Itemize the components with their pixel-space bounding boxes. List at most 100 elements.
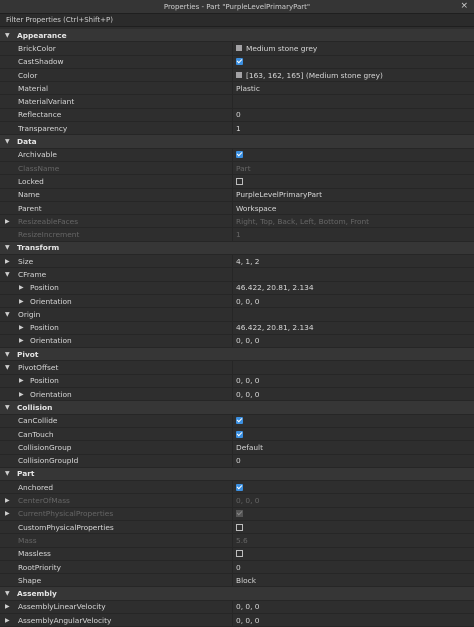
close-icon[interactable]: ×	[460, 1, 468, 12]
chevron-down-icon[interactable]: ▼	[5, 311, 10, 318]
chevron-down-icon[interactable]: ▼	[5, 364, 10, 371]
column-divider	[232, 321, 233, 334]
property-row[interactable]: CustomPhysicalProperties	[0, 520, 474, 535]
property-row[interactable]: ▶ Size 4, 1, 2	[0, 255, 474, 269]
property-value[interactable]: Medium stone grey	[236, 44, 317, 53]
checkbox[interactable]	[236, 523, 243, 531]
property-row[interactable]: Name PurpleLevelPrimaryPart	[0, 188, 474, 202]
checkbox[interactable]	[236, 430, 243, 438]
property-value[interactable]: PurpleLevelPrimaryPart	[236, 190, 322, 199]
category-header[interactable]: ▼ Appearance	[0, 29, 474, 43]
property-value[interactable]	[236, 58, 243, 66]
chevron-right-icon[interactable]: ▶	[5, 497, 10, 504]
checkbox[interactable]	[236, 550, 243, 558]
property-value[interactable]	[236, 550, 243, 558]
checkbox[interactable]	[236, 417, 243, 425]
property-value[interactable]	[236, 430, 243, 438]
property-value[interactable]	[236, 151, 243, 159]
property-subrow[interactable]: ▶ Position 46.422, 20.81, 2.134	[0, 281, 474, 295]
property-subrow[interactable]: ▶ Position 46.422, 20.81, 2.134	[0, 321, 474, 335]
chevron-down-icon[interactable]: ▼	[5, 351, 10, 358]
property-value[interactable]: Default	[236, 443, 263, 452]
property-value[interactable]	[236, 523, 243, 531]
checkbox[interactable]	[236, 177, 243, 185]
property-row[interactable]: MaterialVariant	[0, 95, 474, 109]
category-header[interactable]: ▼ Part	[0, 467, 474, 482]
property-value[interactable]: 0	[236, 563, 241, 572]
chevron-down-icon[interactable]: ▼	[5, 244, 10, 251]
chevron-down-icon[interactable]: ▼	[5, 138, 10, 145]
property-value[interactable]: 0	[236, 456, 241, 465]
property-value[interactable]: 1	[236, 124, 241, 133]
property-row[interactable]: CollisionGroupId 0	[0, 454, 474, 468]
property-row[interactable]: ▼ PivotOffset	[0, 361, 474, 375]
property-row[interactable]: RootPriority 0	[0, 560, 474, 575]
property-row[interactable]: ▶ AssemblyAngularVelocity 0, 0, 0	[0, 614, 474, 627]
property-subrow[interactable]: ▶ Orientation 0, 0, 0	[0, 294, 474, 309]
property-value[interactable]: 0, 0, 0	[236, 376, 260, 385]
property-value[interactable]: 0, 0, 0	[236, 390, 260, 399]
category-header[interactable]: ▼ Assembly	[0, 587, 474, 601]
chevron-right-icon[interactable]: ▶	[19, 324, 24, 331]
chevron-right-icon[interactable]: ▶	[19, 391, 24, 398]
chevron-down-icon[interactable]: ▼	[5, 590, 10, 597]
property-row[interactable]: Locked	[0, 175, 474, 189]
property-row[interactable]: ▼ Origin	[0, 308, 474, 322]
property-value[interactable]: 46.422, 20.81, 2.134	[236, 283, 314, 292]
property-value[interactable]: 46.422, 20.81, 2.134	[236, 323, 314, 332]
property-row[interactable]: ▶ AssemblyLinearVelocity 0, 0, 0	[0, 600, 474, 615]
filter-properties-input[interactable]: Filter Properties (Ctrl+Shift+P)	[0, 14, 474, 27]
property-value[interactable]: 0, 0, 0	[236, 336, 260, 345]
chevron-right-icon[interactable]: ▶	[5, 510, 10, 517]
chevron-right-icon[interactable]: ▶	[19, 284, 24, 291]
chevron-right-icon[interactable]: ▶	[5, 603, 10, 610]
chevron-right-icon[interactable]: ▶	[19, 298, 24, 305]
property-subrow[interactable]: ▶ Position 0, 0, 0	[0, 374, 474, 389]
checkbox[interactable]	[236, 58, 243, 66]
property-row[interactable]: BrickColor Medium stone grey	[0, 42, 474, 56]
property-value[interactable]: Plastic	[236, 84, 260, 93]
property-row[interactable]: Massless	[0, 547, 474, 561]
property-value[interactable]: 0, 0, 0	[236, 602, 260, 611]
property-value[interactable]: [163, 162, 165] (Medium stone grey)	[236, 71, 383, 80]
property-value[interactable]	[236, 177, 243, 185]
category-header[interactable]: ▼ Pivot	[0, 348, 474, 362]
chevron-down-icon[interactable]: ▼	[5, 32, 10, 39]
chevron-down-icon[interactable]: ▼	[5, 470, 10, 477]
property-row[interactable]: CanCollide	[0, 414, 474, 428]
property-row[interactable]: Reflectance 0	[0, 108, 474, 123]
chevron-right-icon[interactable]: ▶	[19, 377, 24, 384]
property-value[interactable]	[236, 483, 243, 491]
property-row[interactable]: Color [163, 162, 165] (Medium stone grey)	[0, 68, 474, 83]
property-value[interactable]: Block	[236, 576, 256, 585]
checkbox[interactable]	[236, 483, 243, 491]
property-row[interactable]: Transparency 1	[0, 122, 474, 136]
property-value[interactable]: 0, 0, 0	[236, 616, 260, 625]
property-row[interactable]: CastShadow	[0, 55, 474, 69]
property-value[interactable]: 0	[236, 110, 241, 119]
property-row[interactable]: CollisionGroup Default	[0, 441, 474, 455]
chevron-right-icon[interactable]: ▶	[19, 337, 24, 344]
property-value[interactable]	[236, 417, 243, 425]
property-row[interactable]: Parent Workspace	[0, 201, 474, 216]
property-value[interactable]: 4, 1, 2	[236, 257, 260, 266]
category-header[interactable]: ▼ Collision	[0, 401, 474, 415]
property-row[interactable]: Shape Block	[0, 574, 474, 588]
property-subrow[interactable]: ▶ Orientation 0, 0, 0	[0, 388, 474, 402]
property-row[interactable]: ▼ CFrame	[0, 268, 474, 282]
chevron-right-icon[interactable]: ▶	[5, 218, 10, 225]
chevron-right-icon[interactable]: ▶	[5, 617, 10, 624]
property-value[interactable]: Workspace	[236, 204, 276, 213]
property-subrow[interactable]: ▶ Orientation 0, 0, 0	[0, 334, 474, 349]
category-header[interactable]: ▼ Transform	[0, 241, 474, 256]
chevron-right-icon[interactable]: ▶	[5, 258, 10, 265]
chevron-down-icon[interactable]: ▼	[5, 271, 10, 278]
property-row[interactable]: Anchored	[0, 481, 474, 495]
property-row[interactable]: CanTouch	[0, 427, 474, 442]
chevron-down-icon[interactable]: ▼	[5, 404, 10, 411]
property-row[interactable]: Material Plastic	[0, 82, 474, 96]
checkbox[interactable]	[236, 151, 243, 159]
category-header[interactable]: ▼ Data	[0, 135, 474, 149]
property-value[interactable]: 0, 0, 0	[236, 297, 260, 306]
property-row[interactable]: Archivable	[0, 148, 474, 162]
